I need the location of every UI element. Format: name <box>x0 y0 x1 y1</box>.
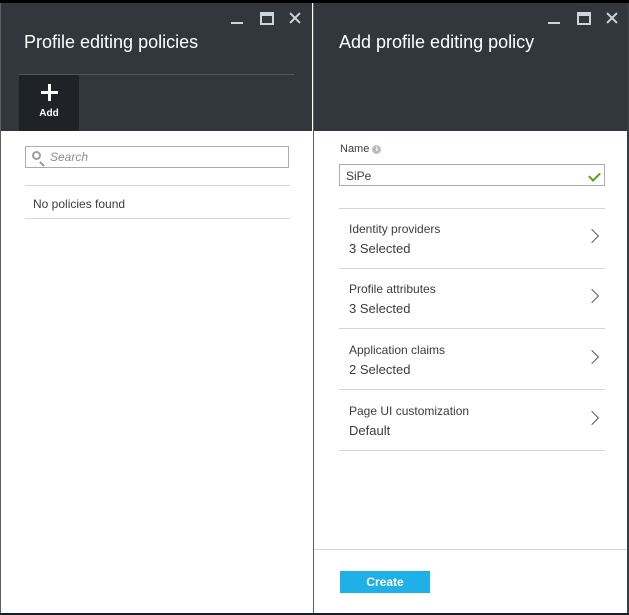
chevron-right-icon <box>584 349 600 365</box>
blade-title: Profile editing policies <box>24 32 199 52</box>
name-field[interactable] <box>339 164 605 186</box>
row-label: Identity providers <box>349 222 441 236</box>
plus-icon <box>41 84 58 101</box>
search-box[interactable] <box>25 146 289 168</box>
setting-row-identity-providers[interactable]: Identity providers 3 Selected <box>339 209 604 269</box>
rows-bottom-divider <box>339 450 605 451</box>
add-button[interactable]: Add <box>19 75 79 131</box>
blade-title: Add profile editing policy <box>339 32 535 52</box>
chevron-right-icon <box>584 288 600 304</box>
name-label: Name i <box>340 143 382 155</box>
create-button[interactable]: Create <box>340 571 430 593</box>
row-divider <box>339 328 605 329</box>
setting-row-application-claims[interactable]: Application claims 2 Selected <box>339 330 604 390</box>
row-label: Page UI customization <box>349 404 470 418</box>
close-icon[interactable] <box>604 10 620 26</box>
row-label: Profile attributes <box>349 282 436 296</box>
name-input[interactable] <box>346 168 566 183</box>
name-label-text: Name <box>340 143 370 155</box>
minimize-icon[interactable] <box>546 10 562 26</box>
add-button-label: Add <box>39 108 59 119</box>
row-divider <box>339 389 605 390</box>
footer-divider <box>314 549 629 550</box>
list-bottom-divider <box>25 218 290 219</box>
row-value: 3 Selected <box>349 241 411 256</box>
minimize-icon[interactable] <box>229 10 245 26</box>
row-label: Application claims <box>349 343 446 357</box>
profile-editing-policies-blade: Profile editing policies Add No policies… <box>0 3 312 615</box>
setting-row-profile-attributes[interactable]: Profile attributes 3 Selected <box>339 269 604 329</box>
maximize-icon[interactable] <box>259 10 275 26</box>
close-icon[interactable] <box>287 10 303 26</box>
maximize-icon[interactable] <box>576 10 592 26</box>
row-value: 3 Selected <box>349 301 411 316</box>
row-value: 2 Selected <box>349 362 411 377</box>
setting-row-page-ui-customization[interactable]: Page UI customization Default <box>339 391 604 451</box>
chevron-right-icon <box>584 228 600 244</box>
search-icon <box>32 151 41 160</box>
checkmark-icon <box>588 169 601 182</box>
list-top-divider <box>25 185 290 186</box>
info-icon[interactable]: i <box>372 144 382 154</box>
empty-list-message: No policies found <box>33 197 126 211</box>
chevron-right-icon <box>584 410 600 426</box>
add-profile-editing-policy-blade: Add profile editing policy Namei Identit… <box>313 3 629 615</box>
row-value: Default <box>349 423 391 438</box>
blade-header: Add profile editing policy <box>314 3 629 131</box>
search-input[interactable] <box>50 149 280 165</box>
blade-header: Profile editing policies Add <box>1 3 312 131</box>
